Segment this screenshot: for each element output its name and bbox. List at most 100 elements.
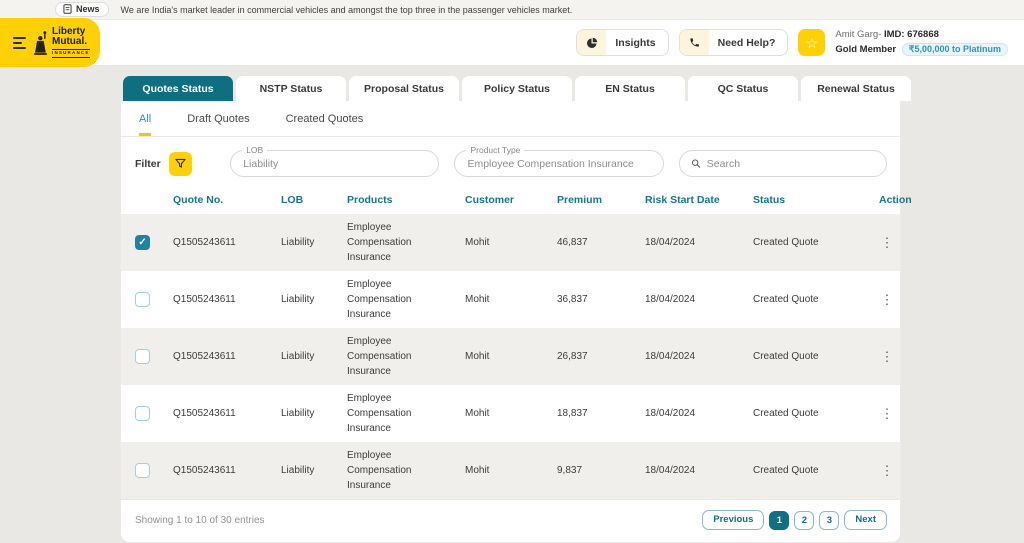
table-row: Q1505243611 Liability Employee Compensat…: [121, 442, 900, 499]
product-type-input[interactable]: Product Type Employee Compensation Insur…: [454, 150, 663, 177]
lob-input-label: LOB: [242, 145, 267, 155]
cell-products: Employee Compensation Insurance: [347, 442, 435, 499]
tab-policy-status[interactable]: Policy Status: [462, 76, 572, 101]
row-action-kebab-icon[interactable]: ⋮: [879, 235, 895, 251]
user-name: Amit Garg-: [835, 29, 881, 40]
cell-customer: Mohit: [465, 465, 557, 476]
cell-risk-start-date: 18/04/2024: [645, 408, 753, 419]
row-checkbox[interactable]: [135, 406, 150, 421]
member-star-icon[interactable]: ☆: [798, 29, 825, 56]
cell-quote-no: Q1505243611: [173, 465, 281, 476]
pie-chart-icon: [577, 30, 606, 55]
cell-quote-no: Q1505243611: [173, 351, 281, 362]
row-action-kebab-icon[interactable]: ⋮: [879, 292, 895, 308]
tab-renewal-status[interactable]: Renewal Status: [801, 76, 911, 101]
col-customer: Customer: [465, 194, 557, 206]
cell-products: Employee Compensation Insurance: [347, 214, 435, 271]
row-action-kebab-icon[interactable]: ⋮: [879, 406, 895, 422]
page-button-1[interactable]: 1: [769, 511, 789, 530]
col-status: Status: [753, 194, 879, 206]
cell-risk-start-date: 18/04/2024: [645, 351, 753, 362]
row-action-kebab-icon[interactable]: ⋮: [879, 349, 895, 365]
phone-icon: [680, 30, 709, 55]
need-help-button[interactable]: Need Help?: [679, 29, 789, 56]
cell-products: Employee Compensation Insurance: [347, 271, 435, 328]
page-button-3[interactable]: 3: [819, 511, 839, 530]
funnel-icon: [174, 157, 187, 170]
tab-nstp-status[interactable]: NSTP Status: [236, 76, 346, 101]
row-checkbox[interactable]: [135, 463, 150, 478]
cell-status: Created Quote: [753, 294, 879, 305]
cell-customer: Mohit: [465, 351, 557, 362]
table-header-row: Quote No. LOB Products Customer Premium …: [121, 186, 900, 214]
pagination: Previous 1 2 3 Next: [702, 510, 887, 530]
lob-input-value: Liability: [243, 158, 278, 170]
tab-qc-status[interactable]: QC Status: [688, 76, 798, 101]
col-action: Action: [879, 194, 912, 206]
row-checkbox[interactable]: [135, 349, 150, 364]
cell-premium: 26,837: [557, 351, 645, 362]
cell-quote-no: Q1505243611: [173, 294, 281, 305]
row-checkbox[interactable]: [135, 292, 150, 307]
row-action-kebab-icon[interactable]: ⋮: [879, 463, 895, 479]
brand-logo-box: Liberty Mutual. INSURANCE: [0, 18, 100, 67]
quote-subtabs: All Draft Quotes Created Quotes: [121, 101, 900, 137]
liberty-mutual-logo: Liberty Mutual. INSURANCE: [33, 27, 90, 58]
quotes-card: All Draft Quotes Created Quotes Filter L…: [120, 101, 901, 543]
cell-risk-start-date: 18/04/2024: [645, 237, 753, 248]
search-input[interactable]: [707, 158, 875, 170]
need-help-label: Need Help?: [709, 37, 788, 49]
news-ticker-text: We are India's market leader in commerci…: [121, 5, 573, 15]
user-info: Amit Garg- IMD: 676868 Gold Member ₹5,00…: [835, 28, 1008, 57]
cell-premium: 18,837: [557, 408, 645, 419]
cell-premium: 36,837: [557, 294, 645, 305]
news-badge[interactable]: News: [55, 2, 109, 17]
col-quote-no: Quote No.: [173, 194, 281, 206]
subtab-created-quotes[interactable]: Created Quotes: [286, 113, 364, 136]
col-lob: LOB: [281, 194, 347, 206]
filter-row: Filter LOB Liability Product Type Employ…: [121, 137, 900, 186]
cell-customer: Mohit: [465, 237, 557, 248]
lob-input[interactable]: LOB Liability: [230, 150, 439, 177]
col-risk-start-date: Risk Start Date: [645, 194, 753, 206]
brand-tagline: INSURANCE: [52, 49, 90, 58]
tab-proposal-status[interactable]: Proposal Status: [349, 76, 459, 101]
tab-en-status[interactable]: EN Status: [575, 76, 685, 101]
user-imd: IMD: 676868: [884, 29, 939, 40]
cell-customer: Mohit: [465, 408, 557, 419]
hamburger-menu-icon[interactable]: [13, 37, 26, 49]
insights-label: Insights: [606, 37, 667, 49]
news-badge-label: News: [76, 4, 100, 14]
cell-lob: Liability: [281, 465, 347, 476]
previous-page-button[interactable]: Previous: [702, 510, 764, 530]
col-premium: Premium: [557, 194, 645, 206]
page-button-2[interactable]: 2: [794, 511, 814, 530]
filter-label: Filter: [135, 158, 161, 170]
news-doc-icon: [63, 4, 72, 14]
next-page-button[interactable]: Next: [844, 510, 887, 530]
upgrade-badge[interactable]: ₹5,00,000 to Platinum: [902, 43, 1008, 56]
subtab-all[interactable]: All: [139, 113, 151, 136]
brand-text: Liberty Mutual. INSURANCE: [52, 27, 90, 58]
cell-status: Created Quote: [753, 465, 879, 476]
filter-button[interactable]: [169, 152, 193, 176]
table-row: Q1505243611 Liability Employee Compensat…: [121, 214, 900, 271]
row-checkbox[interactable]: [135, 235, 150, 250]
cell-lob: Liability: [281, 294, 347, 305]
cell-status: Created Quote: [753, 237, 879, 248]
insights-button[interactable]: Insights: [576, 29, 668, 56]
search-icon: [691, 158, 701, 169]
member-tier-label: Gold Member: [835, 44, 896, 55]
table-row: Q1505243611 Liability Employee Compensat…: [121, 385, 900, 442]
product-type-input-label: Product Type: [466, 145, 524, 155]
app-header: Insights Need Help? ☆ Amit Garg- IMD: 67…: [0, 20, 1024, 66]
product-type-input-value: Employee Compensation Insurance: [467, 158, 633, 170]
cell-lob: Liability: [281, 351, 347, 362]
tab-quotes-status[interactable]: Quotes Status: [123, 76, 233, 101]
subtab-draft-quotes[interactable]: Draft Quotes: [187, 113, 249, 136]
cell-lob: Liability: [281, 237, 347, 248]
col-products: Products: [347, 194, 465, 206]
entries-summary: Showing 1 to 10 of 30 entries: [135, 515, 265, 526]
search-box[interactable]: [679, 150, 887, 177]
cell-premium: 46,837: [557, 237, 645, 248]
